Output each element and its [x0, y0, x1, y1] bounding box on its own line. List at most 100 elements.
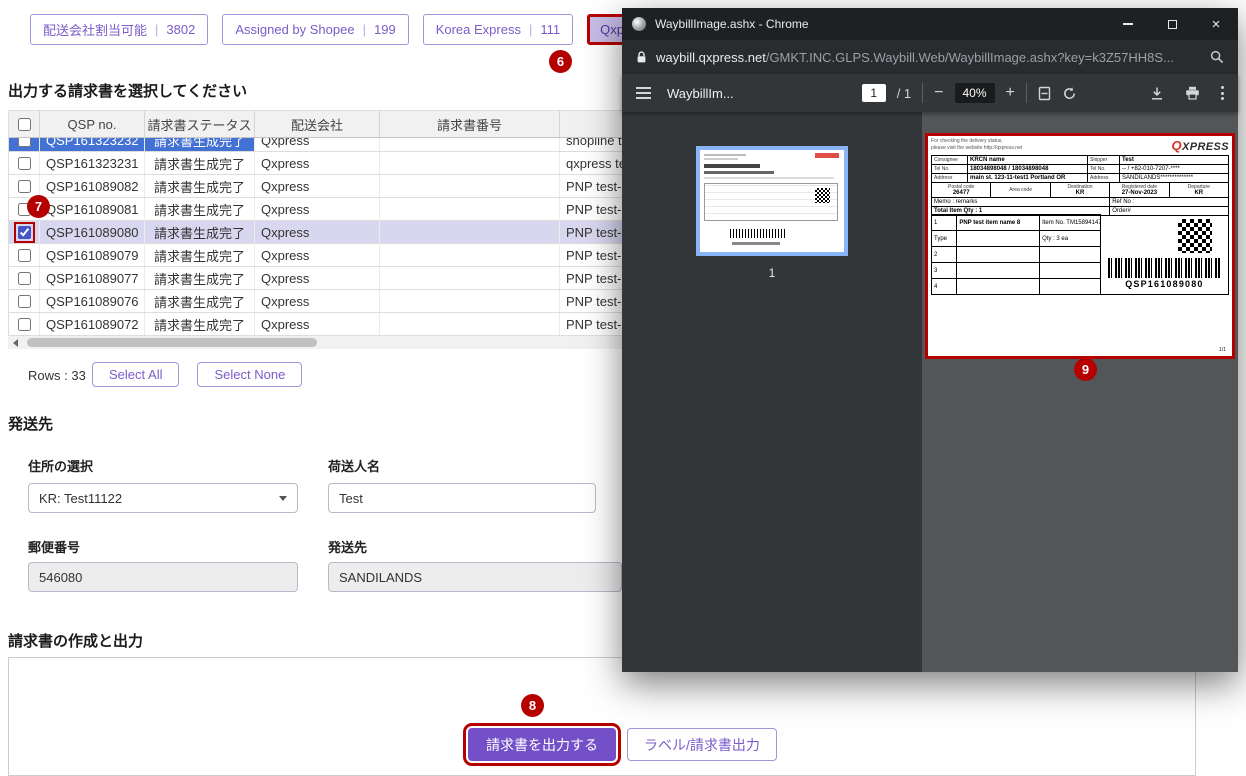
cell-status: 請求書生成完了 — [144, 138, 254, 151]
tab-label: Korea Express — [435, 22, 521, 37]
annotation-step-7: 7 — [27, 195, 50, 218]
rotate-icon[interactable] — [1062, 86, 1077, 101]
select-all-button[interactable]: Select All — [92, 362, 180, 387]
row-checkbox[interactable] — [17, 271, 31, 285]
tab-separator: | — [155, 22, 159, 37]
pdf-action-buttons — [1150, 86, 1224, 101]
cell-status: 請求書生成完了 — [144, 290, 254, 312]
url-text: waybill.qxpress.net/GMKT.INC.GLPS.Waybil… — [656, 50, 1201, 65]
thumb-number — [732, 242, 780, 245]
postal-code-value: 546080 — [39, 569, 83, 585]
maximize-button[interactable] — [1150, 8, 1194, 40]
lock-icon — [637, 50, 646, 62]
cell-qsp: QSP161089077 — [39, 267, 144, 289]
postal-code-input[interactable]: 546080 — [28, 562, 298, 592]
pdf-page-controls: 1 / 1 − 40% + — [861, 83, 1077, 103]
pdf-toolbar: WaybillIm... 1 / 1 − 40% + — [622, 74, 1238, 112]
cell-invoice-no — [379, 138, 559, 151]
header-checkbox-cell — [9, 111, 39, 137]
download-icon[interactable] — [1150, 86, 1164, 101]
select-none-button[interactable]: Select None — [197, 362, 303, 387]
filter-tab-korea-express[interactable]: Korea Express | 111 — [422, 14, 574, 45]
menu-icon[interactable] — [636, 87, 651, 99]
cell-carrier: Qxpress — [254, 244, 379, 266]
waybill-items-table: 1 PNP test item name 8 Item No. TM15894147… — [930, 214, 1101, 295]
cell-status: 請求書生成完了 — [144, 175, 254, 197]
column-header-qsp[interactable]: QSP no. — [39, 111, 144, 137]
sender-name-input[interactable]: Test — [328, 483, 596, 513]
scrollbar-thumb[interactable] — [27, 338, 317, 347]
cell-carrier: Qxpress — [254, 175, 379, 197]
more-options-icon[interactable] — [1221, 86, 1224, 100]
cell-qsp: QSP161089076 — [39, 290, 144, 312]
filter-tab-assigned-by-shopee[interactable]: Assigned by Shopee | 199 — [222, 14, 409, 45]
row-checkbox[interactable] — [17, 317, 31, 331]
output-invoice-button[interactable]: 請求書を出力する — [463, 723, 621, 766]
cell-qsp: QSP161323231 — [39, 152, 144, 174]
cell-status: 請求書生成完了 — [144, 198, 254, 220]
cell-carrier: Qxpress — [254, 267, 379, 289]
cell-status: 請求書生成完了 — [144, 152, 254, 174]
url-bar[interactable]: waybill.qxpress.net/GMKT.INC.GLPS.Waybil… — [622, 40, 1238, 74]
thumbnail-page-label: 1 — [768, 266, 776, 280]
row-checkbox[interactable] — [17, 294, 31, 308]
maximize-icon — [1167, 19, 1177, 29]
url-host: waybill.qxpress.net — [656, 49, 766, 65]
cell-invoice-no — [379, 290, 559, 312]
row-checkbox[interactable] — [17, 248, 31, 262]
address-select[interactable]: KR: Test11122 — [28, 483, 298, 513]
print-icon[interactable] — [1185, 86, 1200, 100]
destination-input[interactable]: SANDILANDS — [328, 562, 622, 592]
minimize-button[interactable] — [1106, 8, 1150, 40]
address-select-label: 住所の選択 — [28, 459, 94, 474]
cell-qsp: QSP161089080 — [39, 221, 144, 243]
select-all-checkbox[interactable] — [17, 117, 31, 131]
column-header-invoice-no[interactable]: 請求書番号 — [379, 111, 559, 137]
thumb-line — [704, 154, 746, 156]
row-checkbox-cell — [9, 244, 39, 266]
thumb-line — [704, 171, 774, 174]
pdf-content-area: 1 For checking the delivery status, plea… — [622, 112, 1238, 672]
column-header-carrier[interactable]: 配送会社 — [254, 111, 379, 137]
cell-status: 請求書生成完了 — [144, 267, 254, 289]
close-button[interactable]: × — [1194, 8, 1238, 40]
row-checkbox[interactable] — [17, 156, 31, 170]
scroll-left-icon[interactable] — [8, 336, 23, 349]
cell-qsp: QSP161089081 — [39, 198, 144, 220]
pdf-thumbnail-page-1[interactable] — [696, 146, 848, 256]
row-checkbox-checked[interactable] — [13, 221, 35, 243]
annotation-step-6: 6 — [549, 50, 572, 73]
cell-carrier: Qxpress — [254, 290, 379, 312]
destination-value: SANDILANDS — [339, 569, 423, 585]
row-checkbox-cell — [9, 290, 39, 312]
search-zoom-icon[interactable] — [1210, 50, 1224, 64]
tab-separator: | — [362, 22, 366, 37]
zoom-out-icon[interactable]: − — [934, 84, 943, 102]
zoom-level[interactable]: 40% — [954, 83, 995, 103]
label-invoice-button[interactable]: ラベル/請求書出力 — [627, 728, 777, 761]
qr-code — [1178, 219, 1212, 253]
tab-count: 111 — [540, 22, 561, 37]
waybill-document: For checking the delivery status, please… — [925, 133, 1235, 359]
rows-count-label: Rows : 33 — [28, 368, 86, 383]
cell-invoice-no — [379, 198, 559, 220]
window-titlebar[interactable]: WaybillImage.ashx - Chrome × — [622, 8, 1238, 40]
cell-carrier: Qxpress — [254, 221, 379, 243]
cell-invoice-no — [379, 152, 559, 174]
cell-carrier: Qxpress — [254, 138, 379, 151]
cell-status: 請求書生成完了 — [144, 221, 254, 243]
column-header-status[interactable]: 請求書ステータス — [144, 111, 254, 137]
annotation-step-8: 8 — [521, 694, 544, 717]
cell-invoice-no — [379, 221, 559, 243]
page-number-input[interactable]: 1 — [861, 84, 886, 102]
row-checkbox[interactable] — [17, 179, 31, 193]
fit-page-icon[interactable] — [1038, 86, 1051, 101]
filter-tab-carrier-assignable[interactable]: 配送会社割当可能 | 3802 — [30, 14, 209, 45]
close-icon: × — [1211, 15, 1221, 33]
cell-qsp: QSP161089072 — [39, 313, 144, 335]
zoom-in-icon[interactable]: + — [1006, 84, 1015, 102]
invoice-select-title: 出力する請求書を選択してください — [8, 83, 248, 100]
thumb-qr-code — [815, 188, 830, 203]
toolbar-divider — [1025, 83, 1027, 103]
row-checkbox[interactable] — [17, 138, 31, 147]
